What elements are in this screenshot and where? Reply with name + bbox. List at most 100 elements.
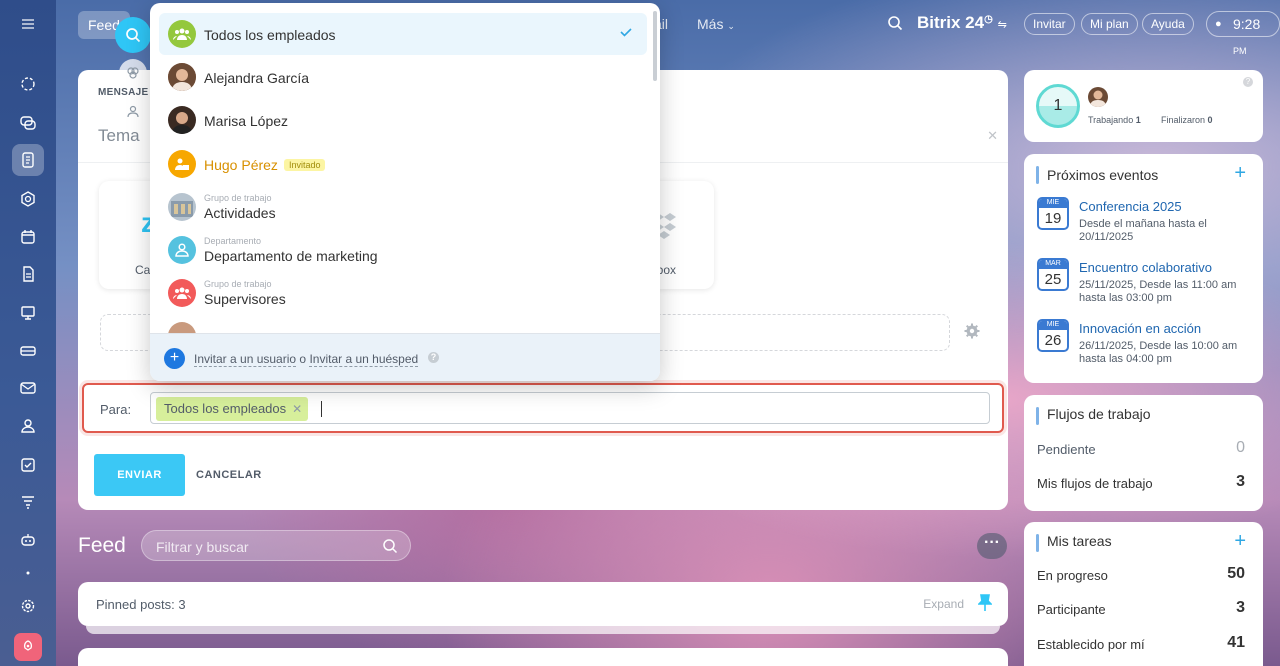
mail-icon[interactable]: [12, 372, 44, 404]
time-value: 9:28: [1233, 16, 1261, 32]
my-plan-button[interactable]: Mi plan: [1081, 13, 1138, 35]
stat-label: Pendiente: [1037, 442, 1096, 457]
avatar: [168, 106, 196, 134]
time-widget[interactable]: ● 9:28 PM: [1206, 11, 1280, 56]
tab-more-label: Más: [697, 16, 724, 32]
rocket-icon[interactable]: [14, 633, 42, 661]
contacts-icon[interactable]: [12, 410, 44, 442]
settings-icon[interactable]: [12, 590, 44, 622]
expand-link[interactable]: Expand: [923, 597, 964, 611]
hexagon-icon[interactable]: [12, 183, 44, 215]
pinned-posts-bar[interactable]: Pinned posts: 3 Expand: [78, 582, 1008, 626]
close-icon[interactable]: ✕: [987, 128, 998, 144]
event-desc: 26/11/2025, Desde las 10:00 am hasta las…: [1079, 340, 1238, 365]
pin-icon[interactable]: [977, 594, 993, 615]
remove-chip-icon[interactable]: ✕: [292, 397, 302, 421]
widget-accent: [1036, 166, 1039, 184]
dropdown-item-guest[interactable]: Hugo Pérez Invitado: [159, 143, 647, 185]
event-day: 25: [1044, 271, 1062, 288]
finished-count: 0: [1207, 115, 1213, 125]
recipients-row: Para: Todos los empleados ✕: [82, 383, 1004, 433]
add-task-button[interactable]: +: [1234, 530, 1246, 553]
tasks-set-by-me-row[interactable]: Establecido por mí 41: [1037, 634, 1245, 652]
time-ampm: PM: [1233, 46, 1247, 56]
event-title[interactable]: Innovación en acción: [1079, 321, 1201, 336]
feed-title: Feed: [78, 534, 126, 557]
logo[interactable]: Bitrix 24◷ ⇋: [917, 13, 1007, 33]
clock-icon: ◷: [984, 14, 993, 25]
scrollbar[interactable]: [653, 11, 657, 81]
avatar: [1088, 87, 1108, 107]
dropdown-item-user[interactable]: Marisa López: [159, 99, 647, 141]
search-icon[interactable]: [887, 15, 903, 34]
tasks-in-progress-row[interactable]: En progreso 50: [1037, 565, 1245, 583]
text-caret: [321, 401, 322, 417]
invite-or: o: [299, 352, 307, 366]
more-menu-button[interactable]: ···: [977, 533, 1007, 559]
dropdown-item-user[interactable]: [159, 315, 647, 333]
cancel-button[interactable]: CANCELAR: [196, 454, 262, 496]
worktime-counter[interactable]: 1: [1036, 84, 1080, 128]
help-icon[interactable]: ?: [1243, 77, 1253, 87]
collab-icon[interactable]: [12, 68, 44, 100]
dropdown-item-user[interactable]: Alejandra García: [159, 56, 647, 98]
invite-guest-link[interactable]: Invitar a un huésped: [309, 352, 419, 367]
dropdown-item-label: Supervisores: [204, 291, 286, 307]
widget-accent: [1036, 407, 1039, 425]
add-event-button[interactable]: +: [1234, 162, 1246, 185]
filter-icon[interactable]: [12, 486, 44, 518]
check-icon: [619, 25, 633, 42]
department-icon: [168, 236, 196, 264]
stat-label: Establecido por mí: [1037, 637, 1145, 652]
gear-icon[interactable]: [964, 323, 980, 342]
document-icon[interactable]: [12, 258, 44, 290]
logo-text: Bitrix 24: [917, 13, 985, 32]
send-button[interactable]: ENVIAR: [94, 454, 185, 496]
tasks-participant-row[interactable]: Participante 3: [1037, 599, 1245, 617]
users-icon[interactable]: [119, 97, 147, 125]
tasks-icon[interactable]: [12, 449, 44, 481]
tab-more[interactable]: Más ⌄: [697, 16, 735, 32]
stat-value: 41: [1227, 634, 1245, 651]
workflow-mine-row[interactable]: Mis flujos de trabajo 3: [1037, 473, 1245, 491]
invite-button[interactable]: Invitar: [1024, 13, 1075, 35]
event-title[interactable]: Encuentro colaborativo: [1079, 260, 1212, 275]
add-icon[interactable]: +: [164, 348, 185, 369]
more-dots-icon[interactable]: [12, 562, 44, 578]
robot-icon[interactable]: [12, 524, 44, 556]
menu-icon[interactable]: [12, 8, 44, 40]
chat-icon[interactable]: [12, 107, 44, 139]
drive-icon[interactable]: [12, 335, 44, 367]
help-button[interactable]: Ayuda: [1142, 13, 1194, 35]
dropdown-item-all-employees[interactable]: Todos los empleados: [159, 13, 647, 55]
dropdown-item-workgroup[interactable]: Grupo de trabajo Supervisores: [159, 272, 647, 314]
recipient-chip-label: Todos los empleados: [164, 401, 287, 416]
search-icon[interactable]: [382, 538, 398, 557]
supervisors-icon: [168, 279, 196, 307]
all-employees-icon: [168, 20, 196, 48]
search-icon[interactable]: [115, 17, 151, 53]
workflow-pending-row[interactable]: Pendiente 0: [1037, 439, 1245, 457]
filter-search-input[interactable]: Filtrar y buscar: [141, 530, 411, 561]
dropdown-item-department[interactable]: Departamento Departamento de marketing: [159, 229, 647, 271]
stat-value: 3: [1236, 473, 1245, 490]
groups-icon[interactable]: [119, 59, 147, 87]
working-label: Trabajando: [1088, 115, 1134, 125]
calendar-icon[interactable]: [12, 221, 44, 253]
dropdown-item-label: Hugo Pérez Invitado: [204, 157, 326, 173]
help-icon[interactable]: ?: [428, 352, 439, 363]
recipient-chip[interactable]: Todos los empleados ✕: [156, 397, 309, 421]
feed-icon[interactable]: [12, 144, 44, 176]
dropdown-item-label: Todos los empleados: [204, 27, 336, 43]
board-icon[interactable]: [12, 297, 44, 329]
event-date: MIÉ 19: [1037, 197, 1069, 230]
event-title[interactable]: Conferencia 2025: [1079, 199, 1182, 214]
event-desc: 25/11/2025, Desde las 11:00 am hasta las…: [1079, 279, 1237, 304]
subject-input[interactable]: Tema: [98, 126, 140, 146]
dropdown-item-workgroup[interactable]: Grupo de trabajo Actividades: [159, 186, 647, 228]
dropdown-item-label: Actividades: [204, 205, 276, 221]
workgroup-avatar: [168, 193, 196, 221]
recipients-input[interactable]: Todos los empleados ✕: [150, 392, 990, 424]
filter-placeholder: Filtrar y buscar: [156, 539, 249, 555]
invite-user-link[interactable]: Invitar a un usuario: [194, 352, 297, 367]
